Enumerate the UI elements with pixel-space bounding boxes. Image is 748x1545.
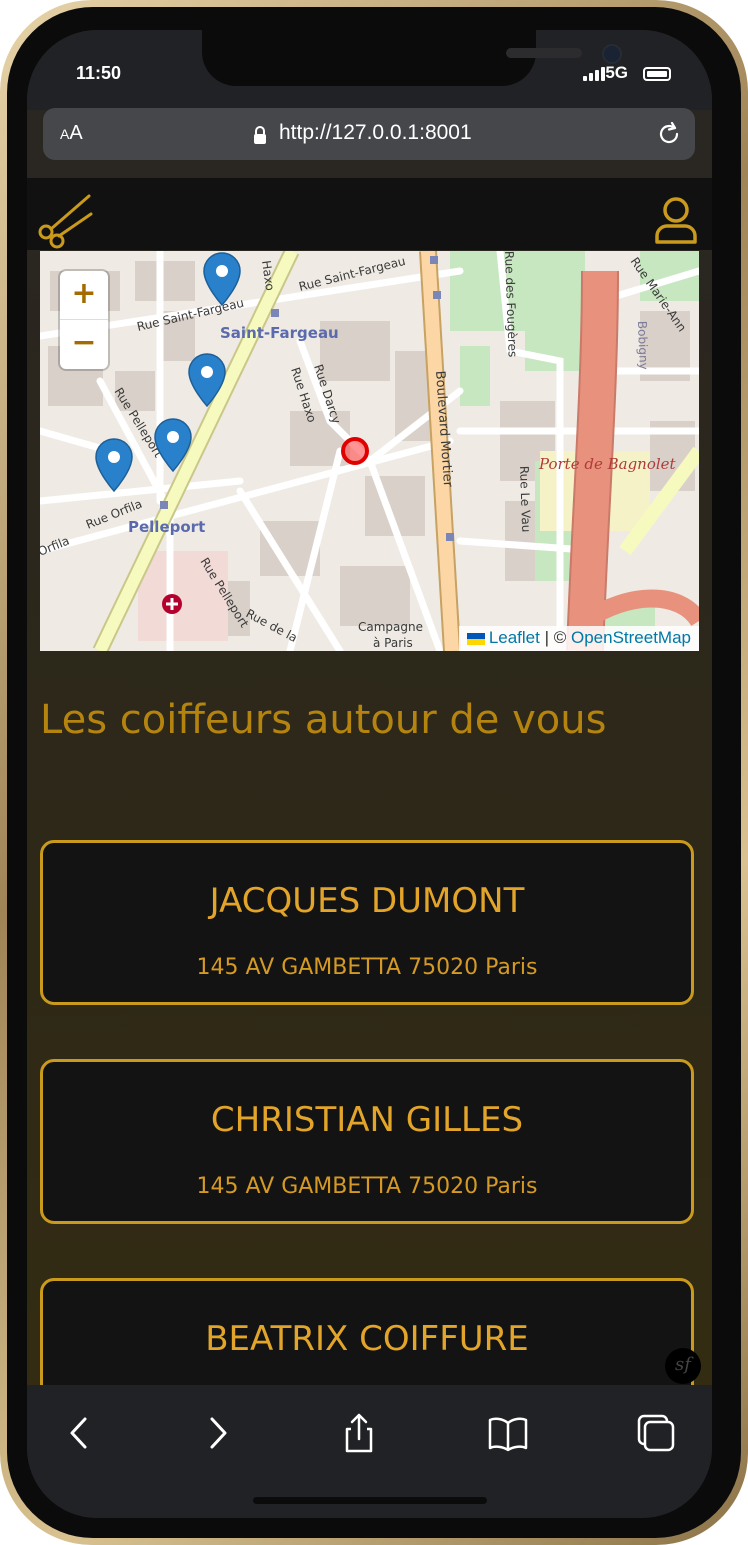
user-position-marker[interactable] xyxy=(341,437,369,465)
barber-name: JACQUES DUMONT xyxy=(209,881,525,921)
notch xyxy=(202,30,622,86)
map-label-saint-fargeau: Saint-Fargeau xyxy=(220,324,339,342)
bookmarks-icon[interactable] xyxy=(486,1411,530,1455)
share-icon[interactable] xyxy=(337,1411,381,1455)
map-tiles[interactable]: Rue Saint-Fargeau Rue Saint-Fargeau Boul… xyxy=(40,251,699,651)
barber-card[interactable]: BEATRIX COIFFURE xyxy=(40,1278,694,1388)
scissors-icon[interactable] xyxy=(37,192,95,250)
barber-card[interactable]: JACQUES DUMONT 145 AV GAMBETTA 75020 Par… xyxy=(40,840,694,1005)
map-zoom-control: + − xyxy=(60,271,108,369)
map[interactable]: Rue Saint-Fargeau Rue Saint-Fargeau Boul… xyxy=(40,251,699,651)
network-label: 5G xyxy=(605,63,628,82)
barber-name: BEATRIX COIFFURE xyxy=(205,1319,529,1359)
map-label-a-paris: à Paris xyxy=(373,636,413,650)
leaflet-link[interactable]: Leaflet xyxy=(489,628,540,647)
barber-address: 145 AV GAMBETTA 75020 Paris xyxy=(196,1174,538,1199)
battery-icon xyxy=(643,67,671,81)
page-title: Les coiffeurs autour de vous xyxy=(40,697,607,743)
openstreetmap-link[interactable]: OpenStreetMap xyxy=(571,628,691,647)
map-label-bobigny: Bobigny xyxy=(635,321,651,370)
symfony-toolbar-toggle[interactable]: sf xyxy=(665,1348,701,1384)
map-label-rue-le-vau: Rue Le Vau xyxy=(517,466,533,533)
barber-address: 145 AV GAMBETTA 75020 Paris xyxy=(196,955,538,980)
barber-card[interactable]: CHRISTIAN GILLES 145 AV GAMBETTA 75020 P… xyxy=(40,1059,694,1224)
phone-screen: 11:50 5G AA http://127.0.0.1:8001 Rue Sa… xyxy=(27,30,712,1518)
zoom-out-button[interactable]: − xyxy=(60,320,108,368)
user-icon[interactable] xyxy=(653,196,699,246)
back-icon[interactable] xyxy=(58,1411,102,1455)
front-camera xyxy=(602,44,622,64)
barber-name: CHRISTIAN GILLES xyxy=(210,1100,524,1140)
forward-icon[interactable] xyxy=(195,1411,239,1455)
status-time: 11:50 xyxy=(76,63,122,83)
lock-icon xyxy=(254,126,266,144)
text-size-button[interactable]: AA xyxy=(60,122,83,145)
ukraine-flag-icon xyxy=(466,632,485,645)
zoom-in-button[interactable]: + xyxy=(60,271,108,320)
tabs-icon[interactable] xyxy=(634,1411,678,1455)
home-indicator[interactable] xyxy=(253,1497,487,1504)
url-text[interactable]: http://127.0.0.1:8001 xyxy=(279,121,472,145)
map-attribution: Leaflet | © OpenStreetMap xyxy=(458,626,699,651)
map-label-porte-de-bagnolet: Porte de Bagnolet xyxy=(538,455,677,473)
map-label-pelleport: Pelleport xyxy=(128,518,205,536)
address-bar[interactable]: AA http://127.0.0.1:8001 xyxy=(43,108,695,160)
web-content: Rue Saint-Fargeau Rue Saint-Fargeau Boul… xyxy=(27,178,712,1388)
speaker xyxy=(506,48,582,58)
signal-icon xyxy=(583,67,605,81)
map-label-campagne: Campagne xyxy=(358,620,423,634)
attribution-separator: | © xyxy=(539,628,571,647)
browser-toolbar xyxy=(27,1385,712,1518)
site-header xyxy=(27,178,712,250)
reload-icon[interactable] xyxy=(655,120,683,148)
